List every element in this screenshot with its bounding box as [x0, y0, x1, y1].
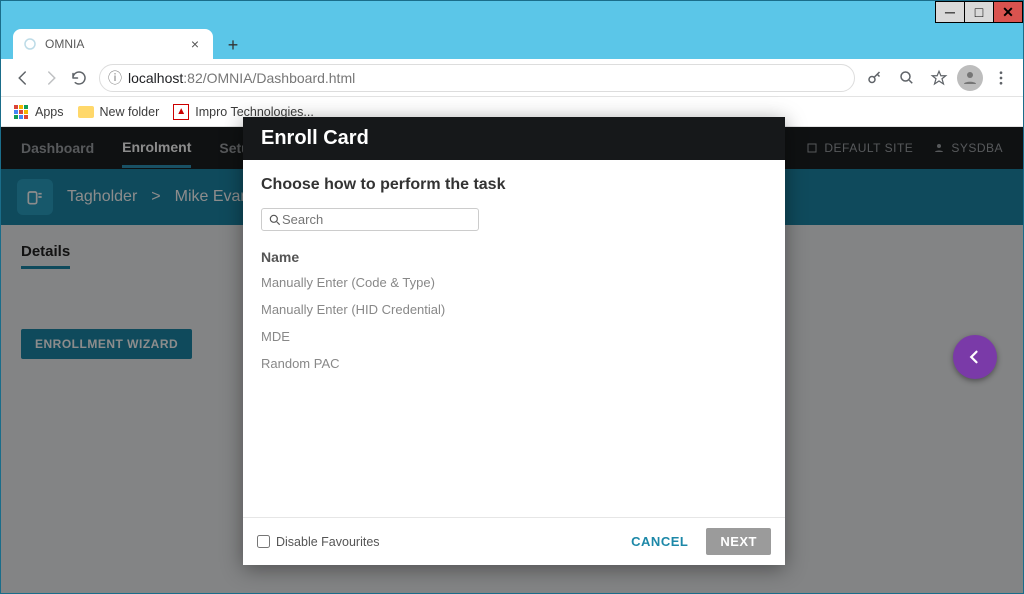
- address-right-icons: [861, 64, 1015, 92]
- window-maximize-button[interactable]: □: [964, 1, 994, 23]
- site-info-icon[interactable]: ⓘ: [108, 68, 122, 88]
- list-header-name: Name: [261, 249, 767, 265]
- browser-address-bar: ⓘ localhost:82/OMNIA/Dashboard.html: [1, 59, 1023, 97]
- impro-icon: ▲: [173, 104, 189, 120]
- cancel-button[interactable]: CANCEL: [621, 528, 698, 555]
- url-field[interactable]: ⓘ localhost:82/OMNIA/Dashboard.html: [99, 64, 855, 92]
- browser-tabstrip: OMNIA × +: [1, 27, 1023, 59]
- task-list: Manually Enter (Code & Type) Manually En…: [261, 275, 767, 371]
- forward-button[interactable]: [37, 64, 65, 92]
- url-path: :82/OMNIA/Dashboard.html: [183, 70, 355, 86]
- enroll-card-modal: Enroll Card Choose how to perform the ta…: [243, 117, 785, 565]
- modal-body: Choose how to perform the task Name Manu…: [243, 160, 785, 517]
- list-item[interactable]: Manually Enter (Code & Type): [261, 275, 767, 290]
- window-close-button[interactable]: ✕: [993, 1, 1023, 23]
- bookmark-folder[interactable]: New folder: [78, 104, 160, 120]
- bookmark-star-icon[interactable]: [925, 64, 953, 92]
- search-icon: [268, 213, 282, 227]
- disable-favourites-label: Disable Favourites: [276, 535, 380, 549]
- modal-title: Enroll Card: [243, 117, 785, 160]
- fab-back-button[interactable]: [953, 335, 997, 379]
- search-field-wrap[interactable]: [261, 208, 479, 231]
- disable-favourites-toggle[interactable]: Disable Favourites: [257, 535, 380, 549]
- modal-subtitle: Choose how to perform the task: [261, 176, 767, 194]
- next-button[interactable]: NEXT: [706, 528, 771, 555]
- apps-label: Apps: [35, 105, 64, 119]
- folder-label: New folder: [100, 105, 160, 119]
- key-icon[interactable]: [861, 64, 889, 92]
- browser-tab[interactable]: OMNIA ×: [13, 29, 213, 59]
- disable-favourites-checkbox[interactable]: [257, 535, 270, 548]
- folder-icon: [78, 104, 94, 120]
- tab-close-icon[interactable]: ×: [187, 36, 203, 52]
- list-item[interactable]: Manually Enter (HID Credential): [261, 302, 767, 317]
- modal-footer: Disable Favourites CANCEL NEXT: [243, 517, 785, 565]
- browser-window: ─ □ ✕ OMNIA × + ⓘ localhost:82/OMNIA/Das…: [0, 0, 1024, 594]
- tab-title: OMNIA: [45, 37, 187, 51]
- apps-grid-icon: [13, 104, 29, 120]
- apps-shortcut[interactable]: Apps: [13, 104, 64, 120]
- new-tab-button[interactable]: +: [219, 31, 247, 59]
- menu-dots-icon[interactable]: [987, 64, 1015, 92]
- back-button[interactable]: [9, 64, 37, 92]
- reload-button[interactable]: [65, 64, 93, 92]
- tab-favicon: [23, 37, 37, 51]
- zoom-icon[interactable]: [893, 64, 921, 92]
- profile-avatar-icon[interactable]: [957, 65, 983, 91]
- list-item[interactable]: MDE: [261, 329, 767, 344]
- list-item[interactable]: Random PAC: [261, 356, 767, 371]
- window-minimize-button[interactable]: ─: [935, 1, 965, 23]
- url-host: localhost: [128, 70, 183, 86]
- window-titlebar: ─ □ ✕: [1, 1, 1023, 27]
- search-input[interactable]: [282, 212, 472, 227]
